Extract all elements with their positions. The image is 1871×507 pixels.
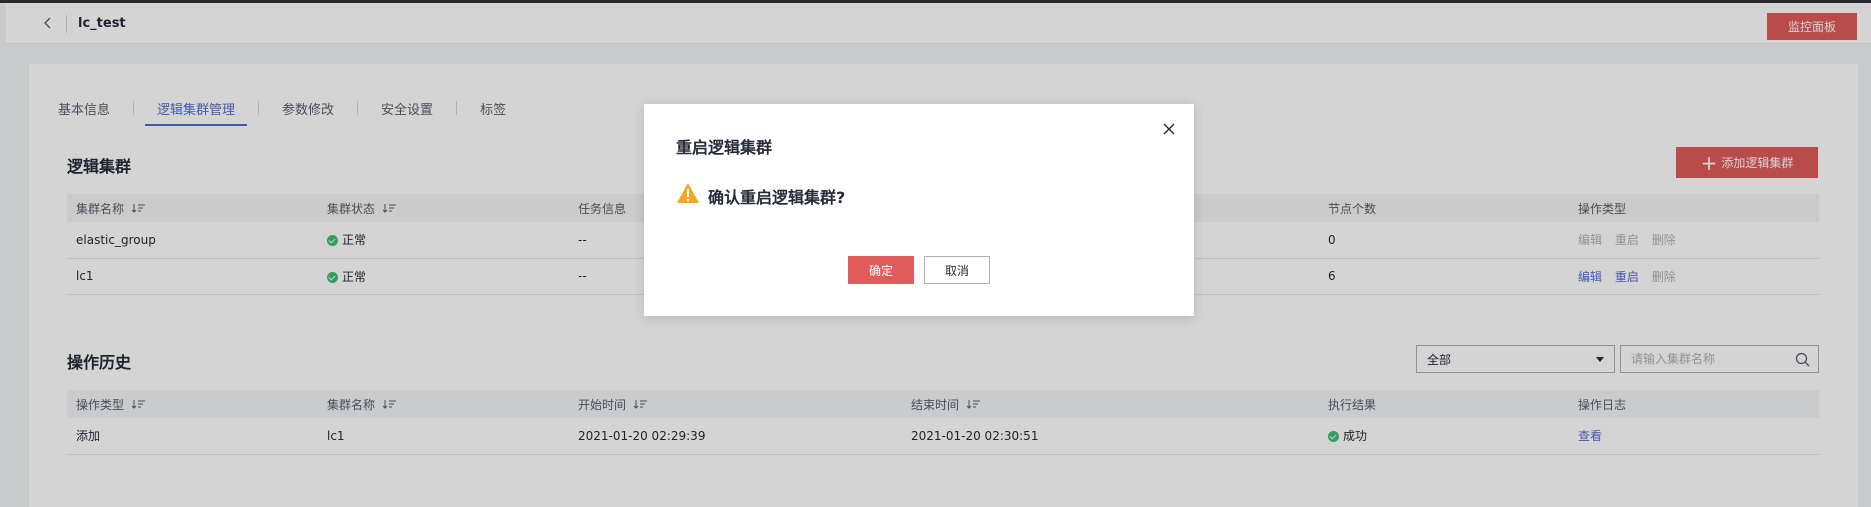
dialog-message: 确认重启逻辑集群? — [708, 188, 846, 207]
dialog-title: 重启逻辑集群 — [676, 138, 773, 157]
warning-icon — [676, 182, 700, 204]
close-icon[interactable] — [1160, 120, 1178, 138]
restart-cluster-dialog: 重启逻辑集群 确认重启逻辑集群? 确定 取消 — [644, 104, 1194, 316]
cancel-button[interactable]: 取消 — [924, 256, 990, 284]
confirm-button[interactable]: 确定 — [848, 256, 914, 284]
